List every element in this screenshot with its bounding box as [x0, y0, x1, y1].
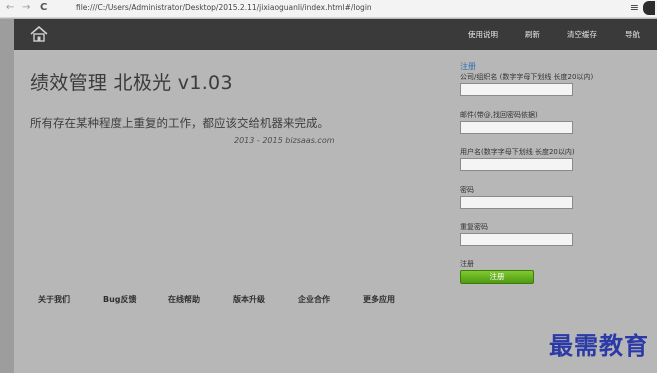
username-input[interactable]	[460, 158, 573, 171]
email-input[interactable]	[460, 121, 573, 134]
reload-icon[interactable]: C	[40, 2, 47, 13]
confirm-password-input[interactable]	[460, 233, 573, 246]
copyright-text: 2013 - 2015 bizsaas.com	[234, 136, 335, 145]
forward-icon[interactable]: →	[22, 2, 30, 13]
footer-cooperation-link[interactable]: 企业合作	[298, 294, 330, 305]
email-label: 邮件(带@,找回密码依据)	[460, 111, 538, 119]
browser-toolbar: ← → C file:///C:/Users/Administrator/Des…	[0, 0, 657, 18]
page-title: 绩效管理 北极光 v1.03	[30, 72, 233, 94]
footer-bug-report-link[interactable]: Bug反馈	[103, 294, 137, 305]
register-heading: 注册	[460, 62, 476, 71]
submit-caption: 注册	[460, 260, 474, 268]
footer-upgrade-link[interactable]: 版本升级	[233, 294, 265, 305]
watermark-logo: 最需教育	[549, 331, 649, 360]
nav-refresh[interactable]: 刷新	[525, 19, 540, 50]
footer-about-link[interactable]: 关于我们	[38, 294, 70, 305]
home-icon[interactable]	[30, 26, 48, 42]
username-label: 用户名(数字字母下划线 长度20以内)	[460, 148, 575, 156]
back-icon[interactable]: ←	[6, 2, 14, 13]
footer-more-apps-link[interactable]: 更多应用	[363, 294, 395, 305]
menu-icon[interactable]: ≡	[630, 1, 639, 14]
confirm-password-label: 重复密码	[460, 223, 488, 231]
nav-navigation[interactable]: 导航	[625, 19, 640, 50]
main-content	[14, 50, 657, 373]
tagline: 所有存在某种程度上重复的工作，都应该交给机器来完成。	[30, 116, 329, 130]
company-label: 公司/组织名 (数字字母下划线 长度20以内)	[460, 73, 594, 81]
nav-usage-guide[interactable]: 使用说明	[468, 19, 498, 50]
app-header: 使用说明 刷新 清空缓存 导航	[14, 19, 657, 50]
company-input[interactable]	[460, 83, 573, 96]
address-bar[interactable]: file:///C:/Users/Administrator/Desktop/2…	[76, 3, 372, 12]
page-left-margin	[0, 19, 14, 373]
footer-help-link[interactable]: 在线帮助	[168, 294, 200, 305]
password-label: 密码	[460, 186, 474, 194]
register-button[interactable]: 注册	[460, 270, 534, 284]
password-input[interactable]	[460, 196, 573, 209]
extension-icon[interactable]	[643, 1, 655, 15]
nav-clear-cache[interactable]: 清空缓存	[567, 19, 597, 50]
